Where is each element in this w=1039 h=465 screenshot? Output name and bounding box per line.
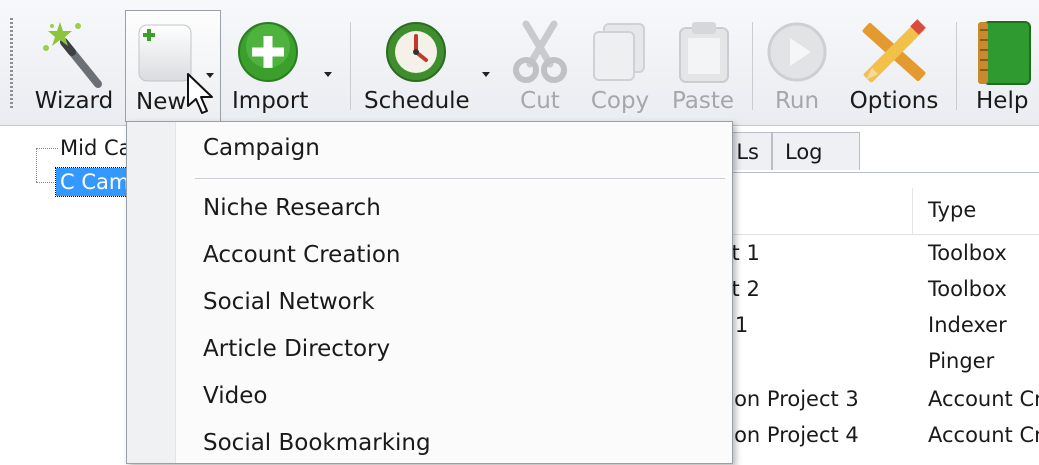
scissors-icon (513, 20, 567, 83)
table-row[interactable]: t 1 Indexer (700, 309, 1039, 345)
import-label: Import (232, 88, 309, 114)
row-type: Pinger (928, 349, 995, 373)
help-label: Help (976, 88, 1029, 114)
row-type: Toolbox (928, 277, 1007, 301)
schedule-label: Schedule (364, 88, 470, 114)
paste-label: Paste (671, 88, 735, 114)
row-type: Account Cr (928, 387, 1039, 411)
toolbar-separator (350, 22, 351, 110)
table-row[interactable]: ct 2 Toolbox (700, 273, 1039, 309)
tree-connector (36, 148, 37, 182)
table-row[interactable]: tion Project 4 Account Cr (700, 419, 1039, 455)
run-label: Run (774, 88, 820, 114)
copy-button[interactable]: Copy (582, 10, 658, 122)
tree-item-mid-campaign[interactable]: Mid Ca (60, 134, 132, 162)
menu-separator (195, 178, 725, 180)
help-button[interactable]: Help (966, 10, 1039, 122)
menu-item-account-creation[interactable]: Account Creation (179, 235, 727, 275)
options-label: Options (849, 88, 939, 114)
column-header-type[interactable]: Type (928, 198, 976, 222)
list-header: Type (700, 188, 1039, 235)
menu-item-video[interactable]: Video (179, 376, 727, 416)
mouse-cursor-icon (187, 73, 213, 114)
import-dropdown-caret[interactable] (324, 72, 332, 77)
menu-item-niche-research[interactable]: Niche Research (179, 188, 727, 228)
menu-item-social-network[interactable]: Social Network (179, 282, 727, 322)
table-row[interactable]: ct 1 Toolbox (700, 237, 1039, 273)
menu-item-campaign[interactable]: Campaign (179, 128, 727, 168)
new-dropdown-menu: Campaign Niche Research Account Creation… (126, 121, 733, 464)
project-list: Type ct 1 Toolbox ct 2 Toolbox t 1 Index… (700, 172, 1039, 465)
paste-button[interactable]: Paste (664, 10, 742, 122)
schedule-dropdown-caret[interactable] (482, 72, 490, 77)
ruler-pencil-icon (862, 19, 926, 83)
options-button[interactable]: Options (842, 10, 946, 122)
book-icon (978, 21, 1031, 85)
tab-log[interactable]: Log (772, 132, 860, 170)
menu-item-article-directory[interactable]: Article Directory (179, 329, 727, 369)
column-divider[interactable] (912, 188, 913, 234)
wizard-button[interactable]: Wizard (28, 10, 120, 122)
row-type: Account Cr (928, 423, 1039, 447)
campaign-tree[interactable]: Mid Ca C Cam (0, 126, 135, 464)
wizard-label: Wizard (34, 88, 114, 114)
main-toolbar: Wizard New Import Schedule Cut Copy Past… (0, 0, 1039, 126)
clock-icon (386, 22, 446, 82)
toolbar-separator (752, 22, 753, 110)
plus-circle-icon (238, 22, 298, 82)
cut-button[interactable]: Cut (504, 10, 576, 122)
run-button[interactable]: Run (762, 10, 832, 122)
play-icon (767, 22, 827, 82)
tree-connector (36, 182, 58, 183)
tree-connector (36, 148, 58, 149)
tree-item-c-campaign[interactable]: C Cam (54, 167, 135, 197)
toolbar-separator (956, 22, 957, 110)
menu-item-social-bookmarking[interactable]: Social Bookmarking (179, 423, 727, 463)
table-row[interactable]: 1 Pinger (700, 345, 1039, 381)
row-name: tion Project 3 (720, 387, 859, 411)
clipboard-icon (679, 22, 729, 83)
row-name: tion Project 4 (720, 423, 859, 447)
table-row[interactable]: tion Project 3 Account Cr (700, 383, 1039, 419)
row-type: Indexer (928, 313, 1007, 337)
wand-icon (43, 22, 102, 88)
copy-icon (593, 23, 645, 81)
menu-icon-gutter (127, 122, 176, 463)
row-type: Toolbox (928, 241, 1007, 265)
toolbar-grip[interactable] (10, 18, 13, 108)
import-button[interactable]: Import (228, 10, 340, 122)
schedule-button[interactable]: Schedule (362, 10, 498, 122)
copy-label: Copy (590, 88, 650, 114)
cut-label: Cut (520, 88, 560, 114)
